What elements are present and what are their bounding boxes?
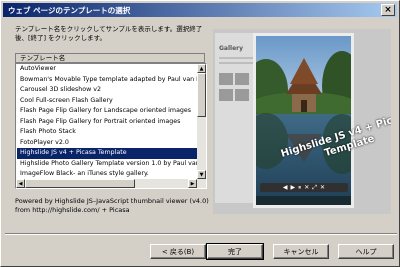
scroll-right-button[interactable]: ▶ xyxy=(188,179,197,188)
preview-sidebar-title: Gallery xyxy=(219,45,244,52)
preview-thumbnail xyxy=(219,89,233,101)
arrow-right-icon: ▶ xyxy=(190,180,195,187)
preview-photo xyxy=(253,33,354,208)
back-button[interactable]: < 戻る(B) xyxy=(150,244,206,259)
expand-icon: ⤢ xyxy=(312,183,318,191)
preview-thumbnail xyxy=(235,89,249,101)
slideshow-controls: ◀ ▶ ⏸ ✕ ⤢ ✕ xyxy=(260,183,348,192)
arrow-up-icon: ▲ xyxy=(199,65,204,72)
template-list-item[interactable]: Carousel 3D slideshow v2 xyxy=(17,85,197,96)
title-bar: ウェブ ページのテンプレートの選択 × xyxy=(3,3,397,17)
close-button[interactable]: × xyxy=(381,4,395,16)
template-list-item[interactable]: Highslide JS v4 + Picasa Template xyxy=(17,148,197,159)
move-icon: ✕ xyxy=(304,184,310,191)
template-list-item[interactable]: Flash Photo Stack xyxy=(17,127,197,138)
pause-icon: ⏸ xyxy=(298,183,302,191)
template-list-item[interactable]: FotoPlayer v2.0 xyxy=(17,138,197,149)
template-list-item[interactable]: Flash Page Flip Gallery for Landscape or… xyxy=(17,106,197,117)
preview-thumbnail xyxy=(235,73,249,85)
scroll-up-button[interactable]: ▲ xyxy=(197,64,206,73)
list-column-header[interactable]: テンプレート名 xyxy=(15,53,205,63)
close-preview-icon: ✕ xyxy=(320,184,326,191)
template-preview: Gallery ◀ ▶ ⏸ ✕ ⤢ ✕ Highslide JS v4 + Pi… xyxy=(213,29,391,214)
scroll-left-button[interactable]: ◀ xyxy=(16,179,25,188)
template-list-item[interactable]: Flash Page Flip Gallery for Portrait ori… xyxy=(17,117,197,128)
cancel-button[interactable]: キャンセル xyxy=(273,244,329,259)
template-list-item[interactable]: ImageFlow Black- an iTunes style gallery… xyxy=(17,169,197,180)
horizontal-scroll-thumb[interactable] xyxy=(25,179,135,188)
template-description: Powered by Highslide JS–JavaScript thumb… xyxy=(15,197,209,214)
arrow-left-icon: ◀ xyxy=(18,180,23,187)
template-list[interactable]: AutoViewer Bowman's Movable Type template… xyxy=(15,63,207,189)
template-list-item[interactable]: Highslide Photo Gallery Template version… xyxy=(17,159,197,170)
arrow-down-icon: ▼ xyxy=(199,171,204,178)
vertical-scroll-thumb[interactable] xyxy=(197,73,206,117)
close-icon: × xyxy=(384,4,392,15)
finish-button[interactable]: 完了 xyxy=(206,243,264,260)
instructions-text: テンプレート名をクリックしてサンプルを表示します。選択終了後、[終了] をクリッ… xyxy=(15,25,203,42)
template-list-items: AutoViewer Bowman's Movable Type template… xyxy=(17,64,197,188)
window-title: ウェブ ページのテンプレートの選択 xyxy=(8,5,131,15)
next-icon: ▶ xyxy=(290,184,296,191)
help-button[interactable]: ヘルプ xyxy=(338,244,394,259)
vertical-scrollbar[interactable]: ▲ ▼ xyxy=(197,64,206,179)
scroll-down-button[interactable]: ▼ xyxy=(197,170,206,179)
horizontal-scrollbar[interactable]: ◀ ▶ xyxy=(16,179,206,188)
template-dialog: ウェブ ページのテンプレートの選択 × テンプレート名をクリックしてサンプルを表… xyxy=(0,0,400,267)
button-divider xyxy=(5,233,397,235)
template-list-item[interactable]: AutoViewer xyxy=(17,64,197,75)
preview-text-line xyxy=(219,62,253,64)
previous-icon: ◀ xyxy=(282,184,288,191)
preview-thumbnail xyxy=(219,73,233,85)
template-list-item[interactable]: Bowman's Movable Type template adapted b… xyxy=(17,75,197,86)
temple-pool-photo xyxy=(256,36,351,205)
template-list-item[interactable]: Cool Full-screen Flash Gallery xyxy=(17,96,197,107)
